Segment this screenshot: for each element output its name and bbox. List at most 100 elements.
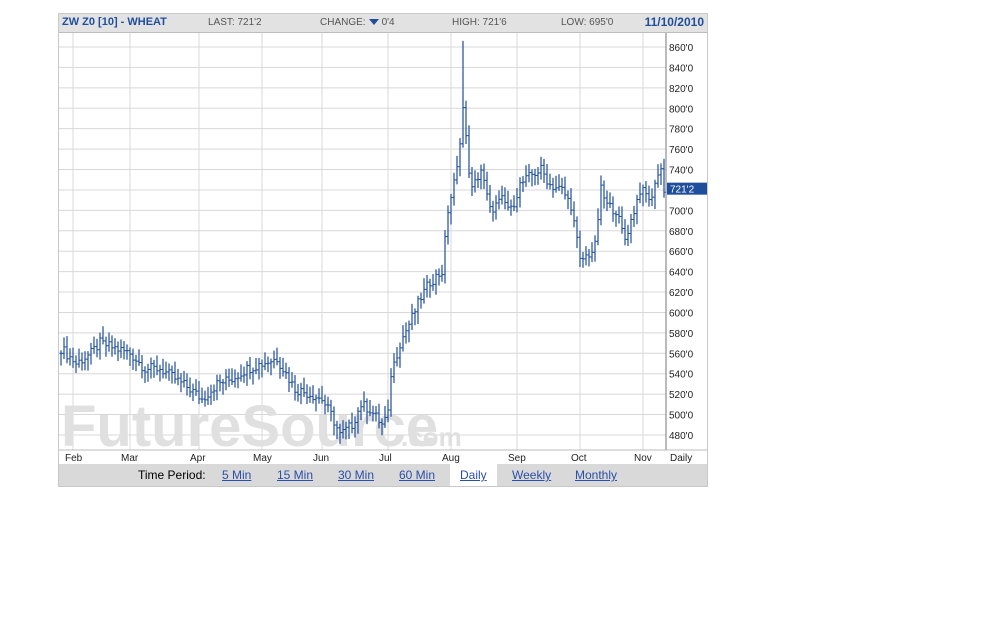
ohlc-bar	[149, 357, 153, 379]
ohlc-bar	[551, 177, 555, 198]
ohlc-bar	[590, 242, 594, 263]
y-tick-label: 660'0	[669, 247, 694, 258]
grid	[59, 32, 666, 450]
y-tick-label: 500'0	[669, 411, 694, 422]
x-tick-label: Jun	[313, 453, 329, 464]
ohlc-bar	[392, 353, 396, 384]
ohlc-bar	[68, 348, 72, 366]
ohlc-bar	[92, 336, 96, 354]
y-tick-label: 560'0	[669, 349, 694, 360]
ohlc-bar	[131, 348, 135, 370]
ohlc-bar	[545, 163, 549, 190]
ohlc-bar	[248, 356, 252, 380]
period-60min[interactable]: 60 Min	[399, 468, 435, 482]
ohlc-bar	[173, 361, 177, 384]
ohlc-bar	[230, 368, 234, 386]
period-monthly[interactable]: Monthly	[575, 468, 617, 482]
ohlc-bar	[443, 230, 447, 284]
ohlc-bar	[518, 177, 522, 208]
ohlc-bar	[227, 368, 231, 387]
ohlc-bar	[602, 180, 606, 209]
low-price: LOW: 695'0	[561, 17, 614, 28]
ohlc-bar	[221, 378, 225, 395]
ohlc-bar	[557, 174, 561, 192]
ohlc-bar	[572, 201, 576, 228]
y-tick-label: 800'0	[669, 104, 694, 115]
ohlc-bar	[485, 171, 489, 201]
ohlc-bar	[62, 337, 66, 360]
ohlc-bar	[659, 163, 663, 185]
ohlc-bar	[644, 181, 648, 203]
ohlc-bar	[284, 362, 288, 380]
ohlc-bar	[641, 184, 645, 207]
ohlc-bar	[152, 359, 156, 378]
ohlc-bar	[71, 347, 75, 368]
y-tick-label: 540'0	[669, 370, 694, 381]
ohlc-bar	[476, 172, 480, 188]
x-tick-label: Oct	[571, 453, 587, 464]
ohlc-bar	[233, 369, 237, 388]
ohlc-bar	[491, 200, 495, 222]
ohlc-bar	[74, 355, 78, 373]
high-price: HIGH: 721'6	[452, 17, 507, 28]
ohlc-bar	[482, 163, 486, 190]
last-price: LAST: 721'2	[208, 17, 262, 28]
y-tick-label: 820'0	[669, 84, 694, 95]
ohlc-bar	[134, 354, 138, 372]
ohlc-bar	[503, 187, 507, 210]
ohlc-bar	[626, 224, 630, 247]
ohlc-bar	[185, 373, 189, 396]
ohlc-bar	[413, 308, 417, 326]
ohlc-bar	[605, 190, 609, 212]
ohlc-bar	[500, 185, 504, 205]
contract-title: ZW Z0 [10] - WHEAT	[62, 16, 167, 28]
ohlc-bar	[242, 366, 246, 384]
ohlc-bar	[401, 325, 405, 352]
ohlc-bar	[422, 278, 426, 304]
y-tick-label: 580'0	[669, 329, 694, 340]
ohlc-bar	[581, 251, 585, 268]
period-daily[interactable]: Daily	[450, 464, 497, 486]
ohlc-bar	[596, 208, 600, 246]
ohlc-bar	[650, 188, 654, 207]
ohlc-bar	[455, 155, 459, 185]
ohlc-bar	[113, 338, 117, 355]
ohlc-bar	[137, 349, 141, 366]
ohlc-bar	[638, 182, 642, 204]
y-tick-label: 840'0	[669, 63, 694, 74]
ohlc-bar	[629, 213, 633, 244]
period-5min[interactable]: 5 Min	[222, 468, 251, 482]
x-tick-label: Apr	[190, 453, 206, 464]
ohlc-bar	[158, 364, 162, 382]
ohlc-bar	[275, 347, 279, 366]
period-15min[interactable]: 15 Min	[277, 468, 313, 482]
ohlc-bar	[611, 196, 615, 222]
y-tick-label: 860'0	[669, 43, 694, 54]
ohlc-bar	[410, 303, 414, 331]
ohlc-bar	[548, 173, 552, 190]
ohlc-bar	[578, 230, 582, 268]
ohlc-bar	[575, 216, 579, 249]
ohlc-bar	[497, 190, 501, 210]
y-tick-label: 600'0	[669, 308, 694, 319]
period-30min[interactable]: 30 Min	[338, 468, 374, 482]
y-tick-label: 640'0	[669, 268, 694, 279]
ohlc-bar	[257, 357, 261, 380]
ohlc-bar	[566, 190, 570, 210]
y-tick-label: 620'0	[669, 288, 694, 299]
ohlc-bar	[224, 369, 228, 391]
ohlc-bar	[140, 354, 144, 379]
period-weekly[interactable]: Weekly	[512, 468, 551, 482]
x-tick-label: May	[253, 453, 272, 464]
ohlc-bar	[488, 184, 492, 213]
ohlc-bar	[599, 175, 603, 226]
ohlc-bars	[59, 40, 666, 444]
ohlc-bar	[398, 342, 402, 368]
ohlc-bar	[473, 170, 477, 193]
ohlc-bar	[77, 348, 81, 368]
last-price-tag: 721'2	[667, 182, 707, 196]
ohlc-bar	[83, 351, 87, 371]
y-tick-label: 760'0	[669, 145, 694, 156]
ohlc-bar	[614, 210, 618, 227]
ohlc-bar	[428, 278, 432, 298]
